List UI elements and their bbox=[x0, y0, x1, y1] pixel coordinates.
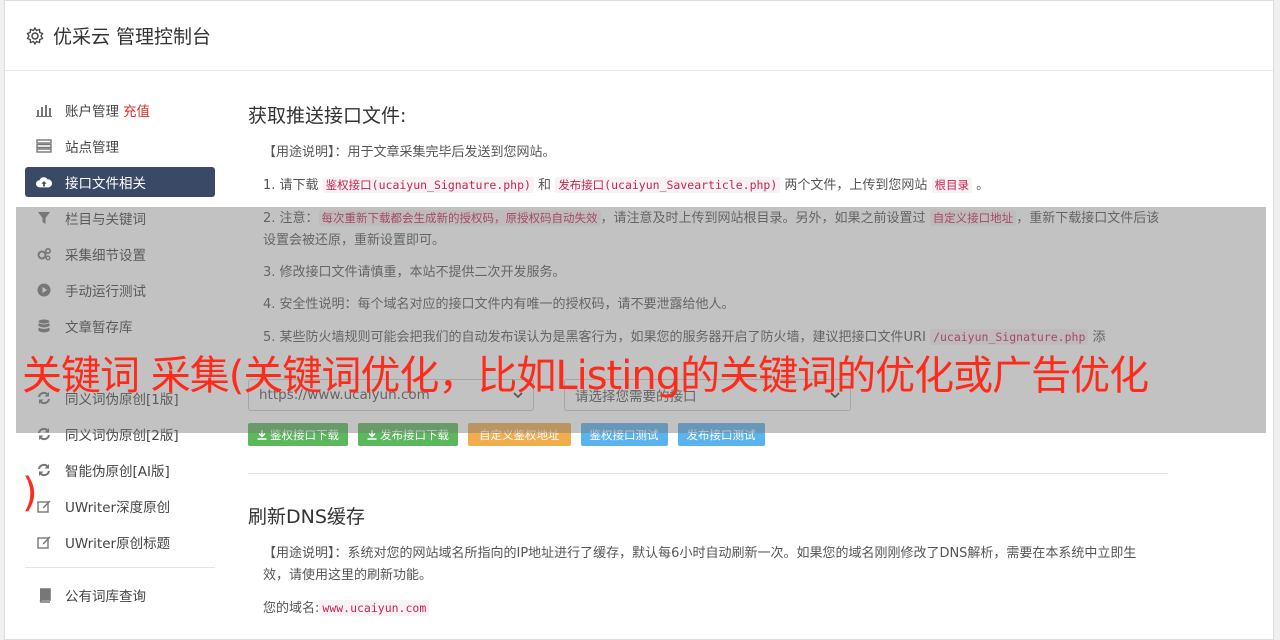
auth-test-button[interactable]: 鉴权接口测试 bbox=[580, 423, 668, 446]
recharge-link[interactable]: 充值 bbox=[123, 100, 150, 120]
sidebar-item-uwriter-title[interactable]: UWriter原创标题 bbox=[25, 527, 215, 557]
download-icon bbox=[367, 429, 377, 440]
server-icon bbox=[36, 138, 52, 154]
cogs-icon bbox=[36, 246, 52, 262]
auth-download-button[interactable]: 鉴权接口下载 bbox=[248, 423, 348, 446]
sidebar-item-label: 接口文件相关 bbox=[65, 176, 146, 192]
button-label: 鉴权接口测试 bbox=[589, 427, 659, 442]
button-label: 发布接口下载 bbox=[380, 427, 449, 442]
custom-auth-url-button[interactable]: 自定义鉴权地址 bbox=[468, 423, 571, 446]
text: 两个文件，上传到您网站 bbox=[780, 178, 932, 193]
section-title-api-files: 获取推送接口文件: bbox=[248, 105, 407, 127]
step-3: 3. 修改接口文件请慎重，本站不提供二次开发服务。 bbox=[263, 265, 566, 280]
text: 。 bbox=[972, 178, 990, 193]
sidebar-item-ai-rewrite[interactable]: 智能伪原创[AI版] bbox=[25, 455, 215, 485]
refresh-icon bbox=[36, 462, 52, 478]
section-title-dns: 刷新DNS缓存 bbox=[248, 506, 365, 528]
text: 1. 请下载 bbox=[263, 178, 323, 193]
sidebar-item-article-store[interactable]: 文章暂存库 bbox=[25, 311, 215, 341]
text: 和 bbox=[533, 178, 556, 193]
code-publish-file: 发布接口(ucaiyun_Savearticle.php) bbox=[555, 177, 781, 193]
code-auth-file: 鉴权接口(ucaiyun_Signature.php) bbox=[322, 177, 534, 193]
refresh-icon bbox=[36, 426, 52, 442]
domain-value: www.ucaiyun.com bbox=[319, 600, 430, 616]
download-icon bbox=[257, 429, 267, 440]
button-label: 鉴权接口下载 bbox=[270, 427, 339, 442]
sidebar-item-columns-keywords[interactable]: 栏目与关键词 bbox=[25, 203, 215, 233]
database-icon bbox=[36, 318, 52, 334]
sidebar-item-label: 站点管理 bbox=[65, 140, 119, 156]
sidebar-item-label: 公有词库查询 bbox=[65, 589, 146, 605]
button-row: 鉴权接口下载 发布接口下载 自定义鉴权地址 鉴权接口测试 发布接口测试 bbox=[248, 423, 1168, 446]
sidebar-item-label: 智能伪原创[AI版] bbox=[65, 464, 170, 480]
button-label: 自定义鉴权地址 bbox=[479, 427, 560, 442]
sidebar-item-api-files[interactable]: 接口文件相关 bbox=[25, 167, 215, 197]
sidebar-item-account[interactable]: 账户管理 充值 bbox=[25, 95, 215, 125]
sidebar-item-label: 栏目与关键词 bbox=[65, 212, 146, 228]
step-2: 2. 注意： 每次重新下载都会生成新的授权码，原授权码自动失效 ，请注意及时上传到网… bbox=[248, 207, 1168, 252]
filter-icon bbox=[36, 210, 52, 226]
edit-icon bbox=[36, 498, 52, 514]
code-custom-url: 自定义接口地址 bbox=[929, 210, 1017, 226]
sidebar-item-uwriter-deep[interactable]: UWriter深度原创 bbox=[25, 491, 215, 521]
sidebar-item-label: 文章暂存库 bbox=[65, 320, 133, 336]
dns-usage-text: 【用途说明】：系统对您的网站域名所指向的IP地址进行了缓存，默认每6小时自动刷新… bbox=[263, 546, 1137, 583]
sidebar-item-label: UWriter深度原创 bbox=[65, 500, 171, 516]
book-icon bbox=[36, 587, 52, 603]
button-label: 发布接口测试 bbox=[686, 427, 756, 442]
sidebar-item-public-lexicon[interactable]: 公有词库查询 bbox=[25, 580, 215, 610]
overlay-paren: ) bbox=[22, 470, 38, 516]
publish-download-button[interactable]: 发布接口下载 bbox=[358, 423, 458, 446]
page-title: 优采云 管理控制台 bbox=[53, 26, 212, 48]
sidebar-item-label: UWriter原创标题 bbox=[65, 536, 171, 552]
cloud-upload-icon bbox=[36, 174, 52, 190]
domain-label: 您的域名: bbox=[263, 601, 320, 616]
sidebar-item-label: 账户管理 bbox=[65, 104, 119, 120]
section-divider bbox=[248, 473, 1168, 474]
sidebar-item-collect-settings[interactable]: 采集细节设置 bbox=[25, 239, 215, 269]
domain-row: 您的域名: www.ucaiyun.com bbox=[248, 597, 1168, 620]
sidebar-item-manual-run[interactable]: 手动运行测试 bbox=[25, 275, 215, 305]
code-warning: 每次重新下载都会生成新的授权码，原授权码自动失效 bbox=[318, 210, 601, 226]
step-4: 4. 安全性说明：每个域名对应的接口文件内有唯一的授权码，请不要泄露给他人。 bbox=[263, 297, 735, 312]
sidebar-item-sites[interactable]: 站点管理 bbox=[25, 131, 215, 161]
overlay-headline: 关键词 采集(关键词优化，比如Listing的关键词的优化或广告优化 bbox=[22, 353, 1149, 399]
top-bar: 优采云 管理控制台 bbox=[5, 1, 1273, 71]
sidebar-divider bbox=[25, 567, 215, 568]
step-1: 1. 请下载 鉴权接口(ucaiyun_Signature.php) 和 发布接… bbox=[248, 174, 1168, 197]
code-root-dir: 根目录 bbox=[931, 177, 973, 193]
edit-icon bbox=[36, 534, 52, 550]
publish-test-button[interactable]: 发布接口测试 bbox=[677, 423, 765, 446]
play-circle-icon bbox=[36, 282, 52, 298]
sidebar-item-label: 同义词伪原创[2版] bbox=[65, 428, 179, 444]
usage-text: 【用途说明】：用于文章采集完毕后发送到您网站。 bbox=[263, 145, 556, 160]
sidebar-item-label: 手动运行测试 bbox=[65, 284, 146, 300]
sidebar-item-synonym-v2[interactable]: 同义词伪原创[2版] bbox=[25, 419, 215, 449]
text: 2. 注意： bbox=[263, 211, 319, 226]
bar-chart-icon bbox=[36, 102, 52, 118]
text: ，请注意及时上传到网站根目录。另外，如果之前设置过 bbox=[600, 211, 930, 226]
sidebar-item-label: 采集细节设置 bbox=[65, 248, 146, 264]
console-page: 优采云 管理控制台 账户管理 充值 站点管理 接口文件相关 栏目与关键词 采集细… bbox=[4, 0, 1274, 640]
gear-icon bbox=[26, 26, 44, 45]
